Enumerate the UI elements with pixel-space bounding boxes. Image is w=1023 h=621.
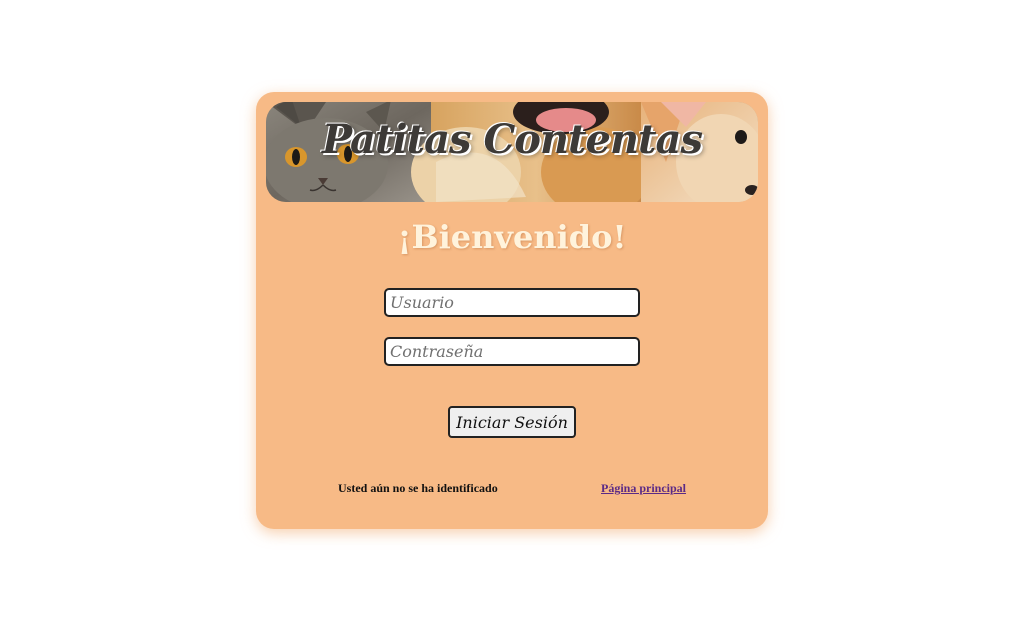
password-input[interactable] — [384, 337, 640, 366]
site-title: Patitas Contentas — [322, 116, 703, 163]
home-page-link[interactable]: Página principal — [601, 481, 686, 496]
welcome-heading: ¡Bienvenido! — [397, 218, 627, 256]
pets-banner: Patitas Contentas — [266, 102, 758, 202]
username-input[interactable] — [384, 288, 640, 317]
login-card: Patitas Contentas ¡Bienvenido! Iniciar S… — [256, 92, 768, 529]
auth-status-text: Usted aún no se ha identificado — [338, 481, 498, 495]
login-button[interactable]: Iniciar Sesión — [448, 406, 576, 438]
